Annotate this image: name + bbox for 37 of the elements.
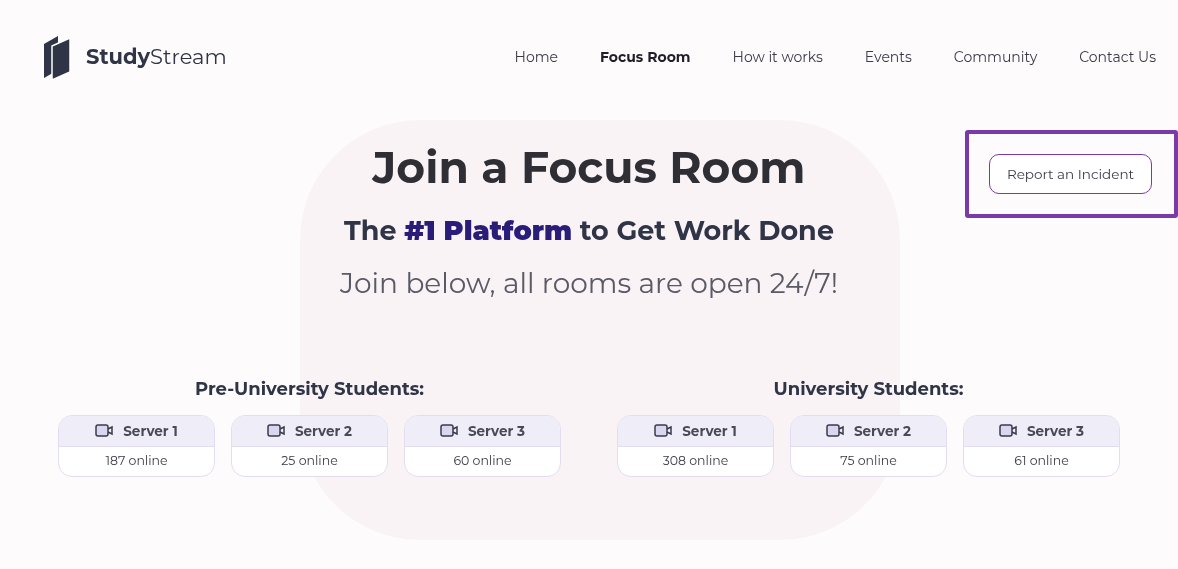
video-camera-icon — [998, 424, 1019, 438]
server-name: Server 1 — [682, 421, 737, 441]
video-camera-icon — [95, 424, 116, 438]
group-title: University Students: — [773, 376, 964, 402]
server-card[interactable]: Server 2 75 online — [790, 414, 947, 477]
server-name: Server 2 — [294, 421, 353, 441]
nav-link[interactable]: Community — [953, 46, 1038, 68]
server-name: Server 1 — [123, 421, 178, 441]
online-count: 60 online — [452, 451, 513, 470]
nav-link[interactable]: Home — [514, 46, 558, 68]
group-title: Pre-University Students: — [195, 376, 424, 402]
nav-link[interactable]: Focus Room — [600, 46, 691, 68]
nav-link[interactable]: Events — [864, 46, 912, 68]
server-name: Server 3 — [1026, 421, 1085, 441]
nav-link[interactable]: Contact Us — [1079, 46, 1156, 68]
server-card[interactable]: Server 3 60 online — [404, 414, 561, 477]
online-count: 187 online — [104, 451, 169, 470]
server-card[interactable]: Server 3 61 online — [963, 414, 1120, 477]
server-name: Server 3 — [467, 421, 526, 441]
video-camera-icon — [266, 424, 287, 438]
video-camera-icon — [654, 424, 675, 438]
online-count: 308 online — [661, 451, 730, 470]
server-card[interactable]: Server 1 187 online — [58, 414, 215, 477]
nav-link[interactable]: How it works — [732, 46, 823, 68]
online-count: 75 online — [839, 451, 898, 470]
video-camera-icon — [439, 424, 460, 438]
online-count: 61 online — [1013, 451, 1070, 470]
brand-name[interactable]: StudyStream — [86, 41, 227, 73]
hero-title: Join a Focus Room — [372, 140, 806, 196]
server-name: Server 2 — [853, 421, 912, 441]
hero-tagline: Join below, all rooms are open 24/7! — [340, 264, 838, 302]
server-card[interactable]: Server 2 25 online — [231, 414, 388, 477]
hero-subtitle: The #1 Platform to Get Work Done — [344, 213, 834, 250]
report-incident-button[interactable]: Report an Incident — [988, 154, 1152, 195]
video-camera-icon — [825, 424, 846, 438]
server-card[interactable]: Server 1 308 online — [617, 414, 774, 477]
online-count: 25 online — [280, 451, 339, 470]
